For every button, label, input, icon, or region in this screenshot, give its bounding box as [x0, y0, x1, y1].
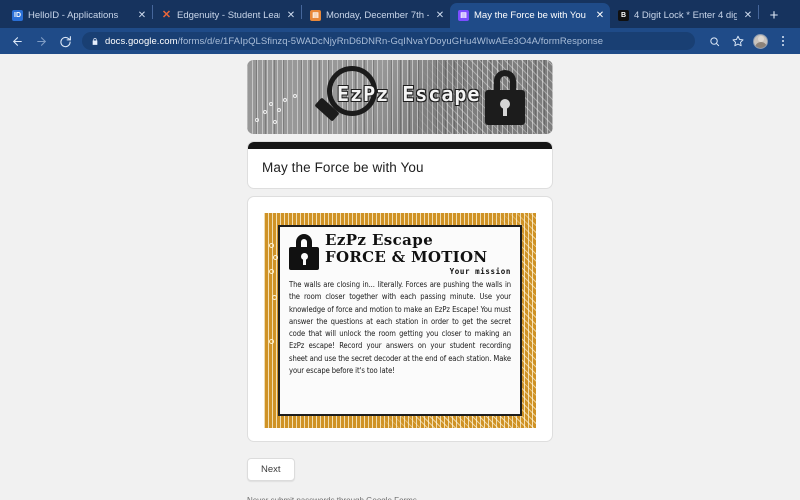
tab-title: HelloID - Applications: [28, 10, 119, 21]
browser-tab-may-the-force[interactable]: ▤ May the Force be with You ✕: [450, 3, 610, 28]
mission-body-text: The walls are closing in... literally. F…: [289, 280, 511, 376]
avatar[interactable]: [753, 33, 768, 49]
tab-title: 4 Digit Lock * Enter 4 digit num: [634, 10, 737, 21]
url-domain: docs.google.com: [105, 35, 178, 47]
tab-divider: [758, 4, 759, 19]
tab-title: May the Force be with You: [474, 10, 586, 21]
tab-close-icon[interactable]: ✕: [742, 10, 754, 22]
tab-close-icon[interactable]: ✕: [285, 10, 297, 22]
browser-toolbar: docs.google.com/forms/d/e/1FAIpQLSfinzq-…: [0, 28, 800, 54]
tab-close-icon[interactable]: ✕: [594, 10, 606, 22]
browser-window: ID HelloID - Applications ✕ ✕ Edgenuity …: [0, 0, 800, 500]
new-tab-button[interactable]: +: [763, 4, 785, 26]
helloid-icon: ID: [12, 10, 23, 21]
tab-title: Monday, December 7th - ESC: [326, 10, 429, 21]
mission-brand: EzPz Escape FORCE & MOTION Your mission: [325, 231, 511, 276]
padlock-icon: [485, 70, 525, 125]
browser-tab-helloid[interactable]: ID HelloID - Applications ✕: [4, 3, 152, 28]
url-path: /forms/d/e/1FAIpQLSfinzq-5WADcNjyRnD6DNR…: [177, 35, 604, 47]
circuit-dots-decoration: [253, 92, 313, 128]
password-notice: Never submit passwords through Google Fo…: [247, 496, 553, 500]
form-title-card: May the Force be with You: [247, 141, 553, 189]
google-form: EzPz Escape May the Force be with You Ez…: [247, 60, 553, 500]
address-bar[interactable]: docs.google.com/forms/d/e/1FAIpQLSfinzq-…: [82, 32, 695, 50]
form-accent-bar: [248, 142, 552, 149]
mission-label: Your mission: [449, 267, 511, 276]
back-arrow-icon[interactable]: [8, 32, 26, 50]
lock-site-icon: B: [618, 10, 629, 21]
browser-tab-edgenuity[interactable]: ✕ Edgenuity - Student Learning ✕: [153, 3, 301, 28]
mission-brand-line1: EzPz Escape: [325, 231, 434, 249]
tab-close-icon[interactable]: ✕: [136, 10, 148, 22]
mission-header: EzPz Escape FORCE & MOTION Your mission: [289, 231, 511, 276]
reload-icon[interactable]: [56, 32, 74, 50]
form-banner-image: EzPz Escape: [247, 60, 553, 134]
padlock-icon: [289, 234, 319, 270]
page-viewport: EzPz Escape May the Force be with You Ez…: [0, 54, 800, 500]
kebab-menu-icon[interactable]: [774, 32, 792, 50]
search-icon[interactable]: [705, 32, 723, 50]
banner-title: EzPz Escape: [337, 82, 481, 106]
mission-image: EzPz Escape FORCE & MOTION Your mission …: [264, 213, 536, 428]
site-lock-icon: [91, 37, 99, 46]
monday-icon: ▤: [310, 10, 321, 21]
form-image-card: EzPz Escape FORCE & MOTION Your mission …: [247, 196, 553, 442]
edgenuity-icon: ✕: [161, 10, 172, 21]
form-actions: Next: [247, 458, 553, 481]
mission-brand-line2: FORCE & MOTION: [325, 247, 488, 266]
google-forms-icon: ▤: [458, 10, 469, 21]
mission-paper: EzPz Escape FORCE & MOTION Your mission …: [278, 225, 522, 416]
browser-tab-4-digit-lock[interactable]: B 4 Digit Lock * Enter 4 digit num ✕: [610, 3, 758, 28]
star-icon[interactable]: [729, 32, 747, 50]
url-text: docs.google.com/forms/d/e/1FAIpQLSfinzq-…: [105, 36, 603, 47]
browser-tab-monday[interactable]: ▤ Monday, December 7th - ESC ✕: [302, 3, 450, 28]
tab-close-icon[interactable]: ✕: [434, 10, 446, 22]
page-title: May the Force be with You: [262, 160, 424, 175]
forward-arrow-icon[interactable]: [32, 32, 50, 50]
next-button[interactable]: Next: [247, 458, 295, 481]
tab-strip: ID HelloID - Applications ✕ ✕ Edgenuity …: [0, 0, 800, 28]
tab-title: Edgenuity - Student Learning: [177, 10, 280, 21]
